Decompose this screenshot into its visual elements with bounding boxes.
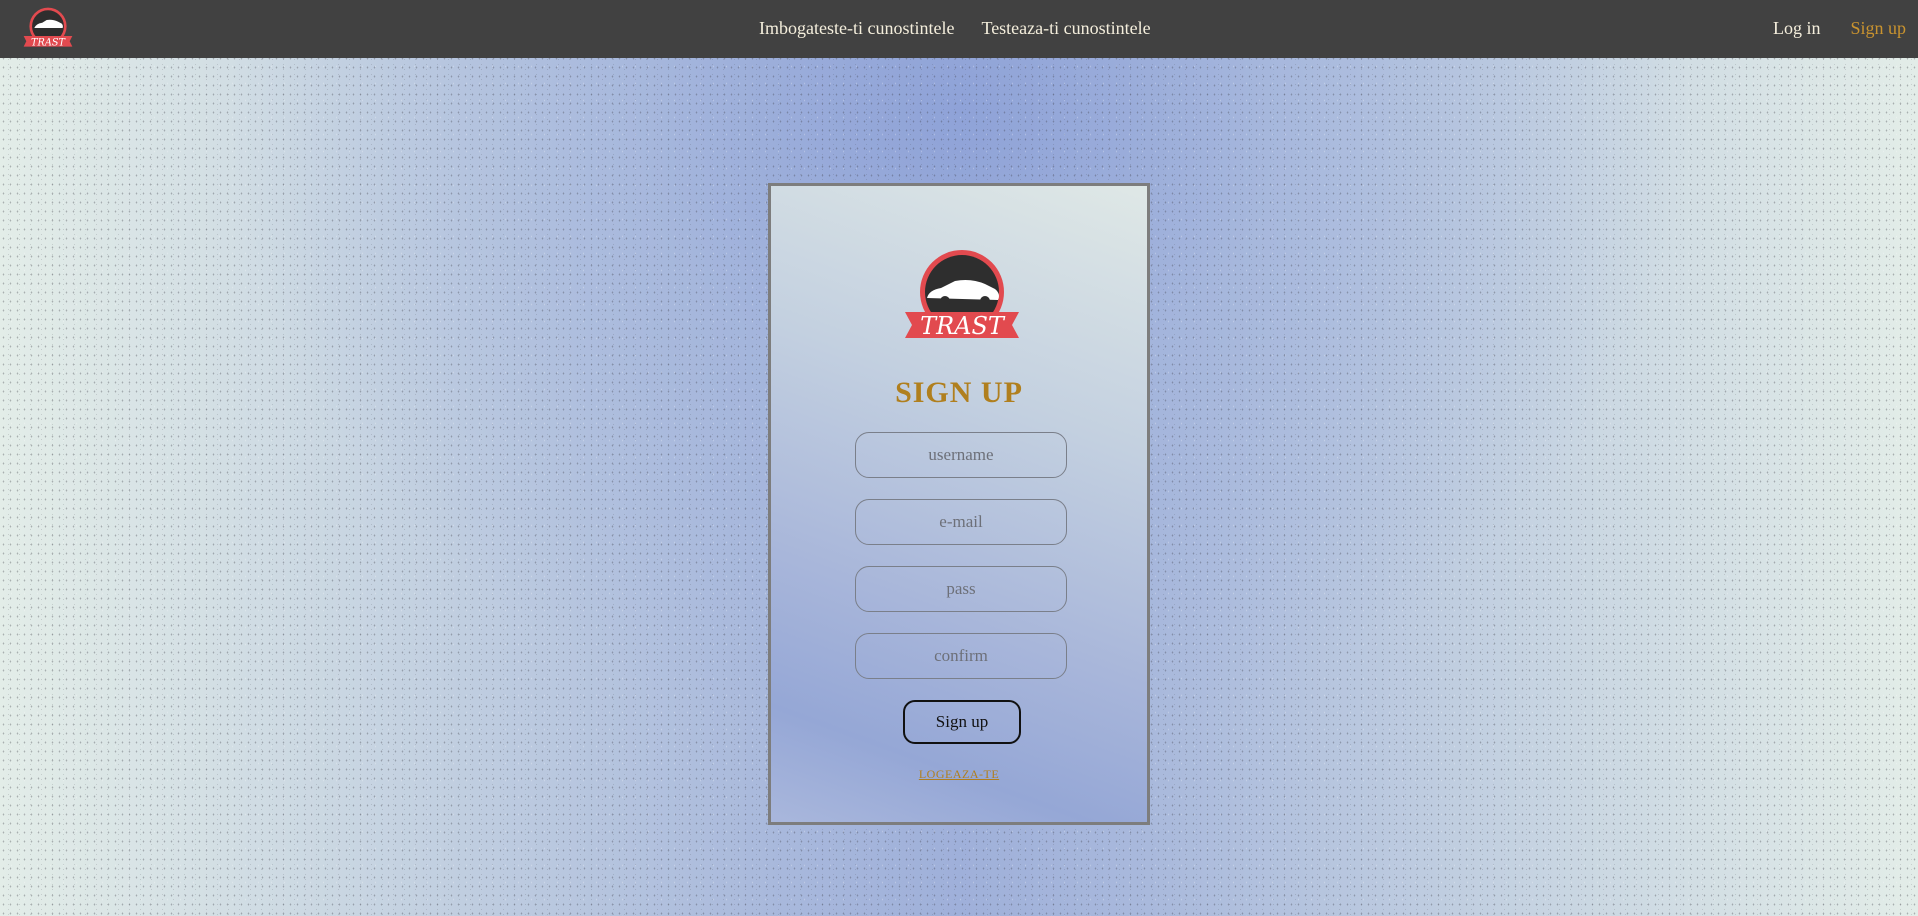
confirm-password-input[interactable] [855, 633, 1067, 679]
trast-logo-icon[interactable]: TRAST [21, 4, 75, 52]
password-input[interactable] [855, 566, 1067, 612]
nav-login-link[interactable]: Log in [1773, 18, 1821, 39]
auth-nav: Log in Sign up [1773, 0, 1906, 56]
username-input[interactable] [855, 432, 1067, 478]
signup-submit-button[interactable]: Sign up [903, 700, 1021, 744]
signup-card: TRAST SIGN UP Sign up LOGEAZA-TE [768, 183, 1150, 825]
nav-signup-link[interactable]: Sign up [1850, 18, 1906, 39]
trast-logo-icon: TRAST [901, 248, 1023, 344]
email-input[interactable] [855, 499, 1067, 545]
main-nav: Imbogateste-ti cunostintele Testeaza-ti … [759, 0, 1151, 56]
login-link[interactable]: LOGEAZA-TE [771, 767, 1147, 782]
nav-link-test-knowledge[interactable]: Testeaza-ti cunostintele [981, 18, 1150, 39]
page-title: SIGN UP [895, 376, 1023, 409]
card-logo-text: TRAST [920, 312, 1006, 340]
top-navbar: TRAST Imbogateste-ti cunostintele Testea… [0, 0, 1918, 58]
nav-logo-text: TRAST [31, 37, 66, 48]
nav-link-enrich-knowledge[interactable]: Imbogateste-ti cunostintele [759, 18, 954, 39]
